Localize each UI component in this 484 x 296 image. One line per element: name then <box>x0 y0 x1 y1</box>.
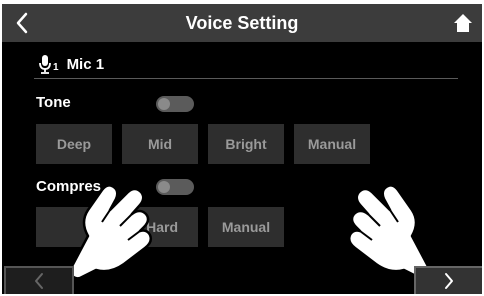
screen: Voice Setting 1 Mic 1 Tone Deep Mid Brig… <box>2 4 482 294</box>
compressor-hard-button[interactable]: Hard <box>122 207 198 247</box>
compressor-toggle[interactable] <box>156 179 194 195</box>
compressor-soft-button[interactable] <box>36 207 112 247</box>
toggle-knob <box>158 98 170 110</box>
tone-deep-button[interactable]: Deep <box>36 124 112 164</box>
tone-toggle[interactable] <box>156 96 194 112</box>
mic-number: 1 <box>53 61 59 73</box>
toggle-knob <box>158 181 170 193</box>
microphone-icon <box>39 55 51 74</box>
title-bar: Voice Setting <box>2 4 482 42</box>
mic-selector: 1 Mic 1 <box>38 52 104 76</box>
tone-manual-button[interactable]: Manual <box>294 124 370 164</box>
chevron-right-icon <box>445 273 453 289</box>
tone-label: Tone <box>36 94 71 111</box>
next-page-button[interactable] <box>414 266 482 294</box>
home-icon <box>454 14 472 32</box>
chevron-left-icon <box>35 273 43 289</box>
tone-mid-button[interactable]: Mid <box>122 124 198 164</box>
previous-page-button[interactable] <box>4 266 74 294</box>
compressor-manual-button[interactable]: Manual <box>208 207 284 247</box>
divider <box>34 78 458 79</box>
page-title: Voice Setting <box>185 13 299 33</box>
tone-bright-button[interactable]: Bright <box>208 124 284 164</box>
compressor-label: Compres <box>36 178 102 195</box>
mic-label: Mic 1 <box>66 55 105 73</box>
home-button[interactable] <box>450 10 476 36</box>
